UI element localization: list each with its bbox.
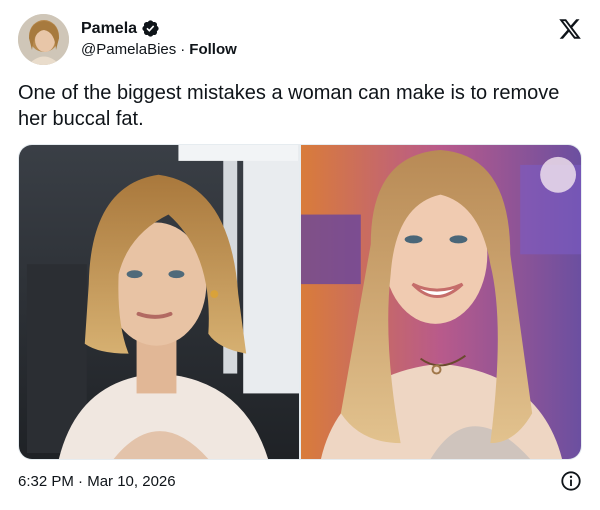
follow-button[interactable]: Follow [189, 41, 237, 59]
tweet-footer: 6:32 PM · Mar 10, 2026 [18, 470, 582, 492]
avatar[interactable] [18, 13, 69, 65]
tweet-text: One of the biggest mistakes a woman can … [18, 82, 560, 130]
date: Mar 10, 2026 [87, 472, 176, 490]
photo-left-image [19, 145, 299, 459]
display-name[interactable]: Pamela [81, 19, 137, 38]
avatar-image [18, 13, 69, 65]
photo-right[interactable] [301, 145, 581, 459]
name-row: Pamela [81, 19, 237, 38]
timestamp[interactable]: 6:32 PM · Mar 10, 2026 [18, 473, 176, 490]
photo-right-image [301, 145, 581, 459]
info-icon[interactable] [560, 470, 582, 492]
timestamp-separator: · [78, 472, 88, 490]
verified-badge-icon [142, 20, 159, 37]
user-info: Pamela @PamelaBies · Follow [81, 19, 237, 59]
tweet-header: Pamela @PamelaBies · Follow [18, 13, 582, 65]
user-handle[interactable]: @PamelaBies [81, 41, 176, 59]
photo-left[interactable] [19, 145, 299, 459]
time: 6:32 PM [18, 472, 74, 490]
x-logo-icon[interactable] [558, 17, 582, 41]
media-grid [18, 144, 582, 460]
separator: · [180, 41, 186, 59]
handle-row: @PamelaBies · Follow [81, 41, 237, 59]
tweet-card: Pamela @PamelaBies · Follow One of the b… [0, 0, 600, 510]
